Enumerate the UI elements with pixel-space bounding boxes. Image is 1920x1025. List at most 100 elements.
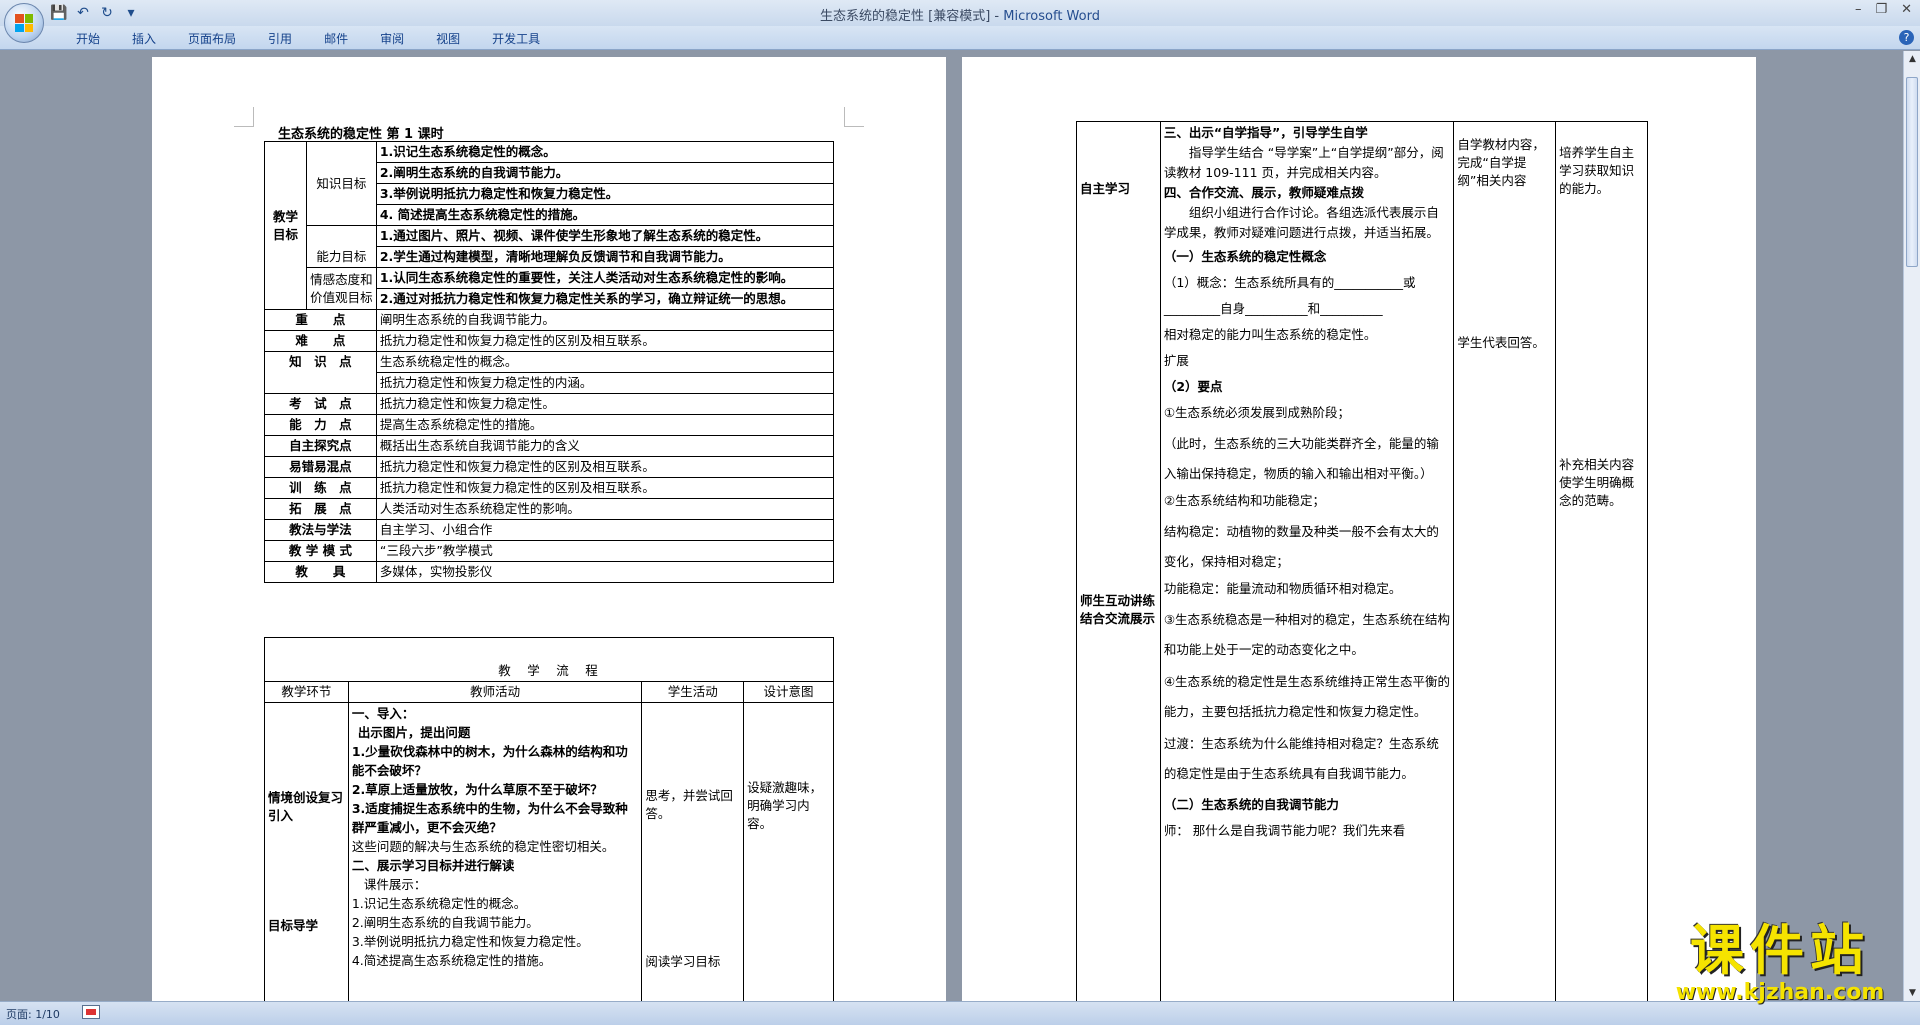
row-label: 重 点 (264, 309, 377, 331)
page-2[interactable]: 自主学习 师生互动讲练结合交流展示 三、出示“自学指导”，引导学生自学 指导学生… (962, 57, 1756, 1017)
row-value: 抵抗力稳定性和恢复力稳定性的内涵。 (375, 372, 835, 394)
row-label: 自主探究点 (264, 435, 377, 457)
restore-icon[interactable]: ❐ (1875, 2, 1887, 17)
scroll-thumb[interactable] (1906, 77, 1918, 267)
flow-stage-label: 目标导学 (268, 918, 319, 933)
teaching-flow-table: 教 学 流 程 教学环节 教师活动 学生活动 设计意图 情境创设复习引入 目标导… (264, 637, 834, 1017)
help-icon[interactable]: ? (1899, 30, 1914, 45)
row-value: 抵抗力稳定性和恢复力稳定性的区别及相互联系。 (375, 330, 835, 352)
emotion-label: 情感态度和价值观目标 (305, 267, 377, 310)
scroll-up-icon[interactable]: ▲ (1904, 51, 1920, 67)
tab-developer[interactable]: 开发工具 (476, 30, 556, 48)
row-value: 提高生态系统稳定性的措施。 (375, 414, 835, 436)
crop-mark (844, 107, 864, 127)
teacher-line: 指导学生结合 “导学案”上“自学提纲”部分，阅读教材 109-111 页，并完成… (1163, 145, 1444, 180)
row-label: 训 练 点 (264, 477, 377, 499)
flow-stage-label: 师生互动讲练结合交流展示 (1080, 593, 1156, 626)
tab-review[interactable]: 审阅 (364, 30, 420, 48)
knowledge-item: 1.识记生态系统稳定性的概念。 (375, 141, 835, 163)
row-label: 教 具 (264, 561, 377, 583)
teacher-line: 1.识记生态系统稳定性的概念。 (351, 896, 527, 911)
lesson-info-table: 教学目标 知识目标 1.识记生态系统稳定性的概念。 2.阐明生态系统的自我调节能… (264, 141, 835, 583)
tab-home[interactable]: 开始 (60, 30, 116, 48)
flow-header: 设计意图 (743, 681, 834, 703)
teacher-line: 相对稳定的能力叫生态系统的稳定性。 (1163, 327, 1377, 342)
design-intent: 补充相关内容使学生明确概念的范畴。 (1559, 457, 1635, 508)
vertical-scrollbar[interactable]: ▲ ▼ (1903, 51, 1920, 1001)
row-label: 易错易混点 (264, 456, 377, 478)
tab-page-layout[interactable]: 页面布局 (172, 30, 252, 48)
window-title: 生态系统的稳定性 [兼容模式] - Microsoft Word (0, 5, 1920, 24)
flow-header: 教师活动 (347, 681, 643, 703)
row-label: 考 试 点 (264, 393, 377, 415)
goals-label: 教学目标 (264, 141, 307, 310)
teacher-line: 3.举例说明抵抗力稳定性和恢复力稳定性。 (351, 934, 589, 949)
tab-view[interactable]: 视图 (420, 30, 476, 48)
design-intent: 设疑激趣味，明确学习内容。 (747, 780, 823, 831)
teacher-line: 功能稳定：能量流动和物质循环相对稳定。 (1163, 581, 1402, 596)
tab-references[interactable]: 引用 (252, 30, 308, 48)
flow-stage-cell: 自主学习 师生互动讲练结合交流展示 (1076, 121, 1161, 1017)
watermark-title: 课件站 (1690, 919, 1870, 982)
teacher-line: ①生态系统必须发展到成熟阶段； (1163, 405, 1351, 420)
teacher-line: 四、合作交流、展示，教师疑难点拨 (1163, 185, 1364, 200)
design-intent: 培养学生自主学习获取知识的能力。 (1559, 145, 1635, 196)
page2-flow-table: 自主学习 师生互动讲练结合交流展示 三、出示“自学指导”，引导学生自学 指导学生… (1076, 121, 1648, 1017)
teacher-line: 一、导入： (351, 706, 415, 721)
teacher-line: 3.适度捕捉生态系统中的生物，为什么不会导致种群严重减小，更不会灭绝？ (351, 801, 628, 835)
app-name: Microsoft Word (1003, 9, 1100, 24)
flow-title: 教 学 流 程 (264, 637, 834, 682)
word-window: 💾 ↶ ↻ ▾ 生态系统的稳定性 [兼容模式] - Microsoft Word… (0, 0, 1920, 1025)
teacher-activity-cell: 三、出示“自学指导”，引导学生自学 指导学生结合 “导学案”上“自学提纲”部分，… (1159, 121, 1455, 1017)
row-value: 抵抗力稳定性和恢复力稳定性。 (375, 393, 835, 415)
teacher-line: _________自身__________和__________ (1163, 301, 1383, 316)
knowledge-label: 知识目标 (305, 141, 377, 226)
crop-mark (234, 107, 254, 127)
ability-item: 1.通过图片、照片、视频、课件使学生形象地了解生态系统的稳定性。 (375, 225, 835, 247)
row-label: 教法与学法 (264, 519, 377, 541)
teacher-line: 4.简述提高生态系统稳定性的措施。 (351, 953, 552, 968)
teacher-line: （2）要点 (1163, 379, 1223, 394)
teacher-line: ④生态系统的稳定性是生态系统维持正常生态平衡的能力，主要包括抵抗力稳定性和恢复力… (1163, 674, 1451, 719)
row-value: 阐明生态系统的自我调节能力。 (375, 309, 835, 331)
close-icon[interactable]: ✕ (1901, 2, 1912, 17)
teacher-line: 2.草原上适量放牧，为什么草原不至于破坏？ (351, 782, 603, 797)
scroll-down-icon[interactable]: ▼ (1904, 985, 1920, 1001)
page-count[interactable]: 页面: 1/10 (6, 1006, 60, 1022)
proofing-icon[interactable] (82, 1005, 100, 1019)
teacher-line: 2.阐明生态系统的自我调节能力。 (351, 915, 539, 930)
emotion-item: 2.通过对抵抗力稳定性和恢复力稳定性关系的学习，确立辩证统一的思想。 (375, 288, 835, 310)
flow-stage-label: 情境创设复习引入 (268, 790, 344, 823)
flow-stage-cell: 情境创设复习引入 目标导学 (264, 702, 349, 1017)
status-bar: 页面: 1/10 (0, 1001, 1920, 1025)
minimize-icon[interactable]: – (1855, 2, 1862, 17)
watermark-url: www.kjzhan.com (1675, 980, 1885, 1005)
row-label: 难 点 (264, 330, 377, 352)
student-activity: 阅读学习目标 (645, 954, 721, 969)
window-controls: – ❐ ✕ (1855, 2, 1912, 17)
teacher-line: ③生态系统稳态是一种相对的稳定，生态系统在结构和功能上处于一定的动态变化之中。 (1163, 612, 1451, 657)
teacher-line: 课件展示： (363, 877, 427, 892)
row-value: 人类活动对生态系统稳定性的影响。 (375, 498, 835, 520)
document-title: 生态系统的稳定性 [兼容模式] (820, 9, 991, 24)
office-button[interactable] (4, 3, 44, 43)
teacher-line: 二、展示学习目标并进行解读 (351, 858, 515, 873)
flow-stage-label: 自主学习 (1080, 181, 1131, 196)
document-workspace[interactable]: 生态系统的稳定性 第 1 课时 教学目标 知识目标 1.识记生态系统稳定性的概念… (0, 51, 1920, 1017)
row-value: “三段六步”教学模式 (375, 540, 835, 562)
student-activity: 自学教材内容，完成“自学提纲”相关内容 (1457, 137, 1545, 188)
row-value: 抵抗力稳定性和恢复力稳定性的区别及相互联系。 (375, 456, 835, 478)
tab-mailings[interactable]: 邮件 (308, 30, 364, 48)
ability-item: 2.学生通过构建模型，清晰地理解负反馈调节和自我调节能力。 (375, 246, 835, 268)
row-label: 教 学 模 式 (264, 540, 377, 562)
teacher-line: （此时，生态系统的三大功能类群齐全，能量的输入输出保持稳定，物质的输入和输出相对… (1163, 436, 1439, 481)
teacher-line: 这些问题的解决与生态系统的稳定性密切相关。 (351, 839, 615, 854)
page-1[interactable]: 生态系统的稳定性 第 1 课时 教学目标 知识目标 1.识记生态系统稳定性的概念… (152, 57, 946, 1017)
row-label: 能 力 点 (264, 414, 377, 436)
teacher-line: （1）概念：生态系统所具有的___________或 (1163, 275, 1416, 290)
emotion-item: 1.认同生态系统稳定性的重要性，关注人类活动对生态系统稳定性的影响。 (375, 267, 835, 289)
student-activity-cell: 思考，并尝试回答。 阅读学习目标 (641, 702, 745, 1017)
row-label: 拓 展 点 (264, 498, 377, 520)
tab-insert[interactable]: 插入 (116, 30, 172, 48)
watermark: 课件站 www.kjzhan.com (1660, 919, 1900, 1006)
